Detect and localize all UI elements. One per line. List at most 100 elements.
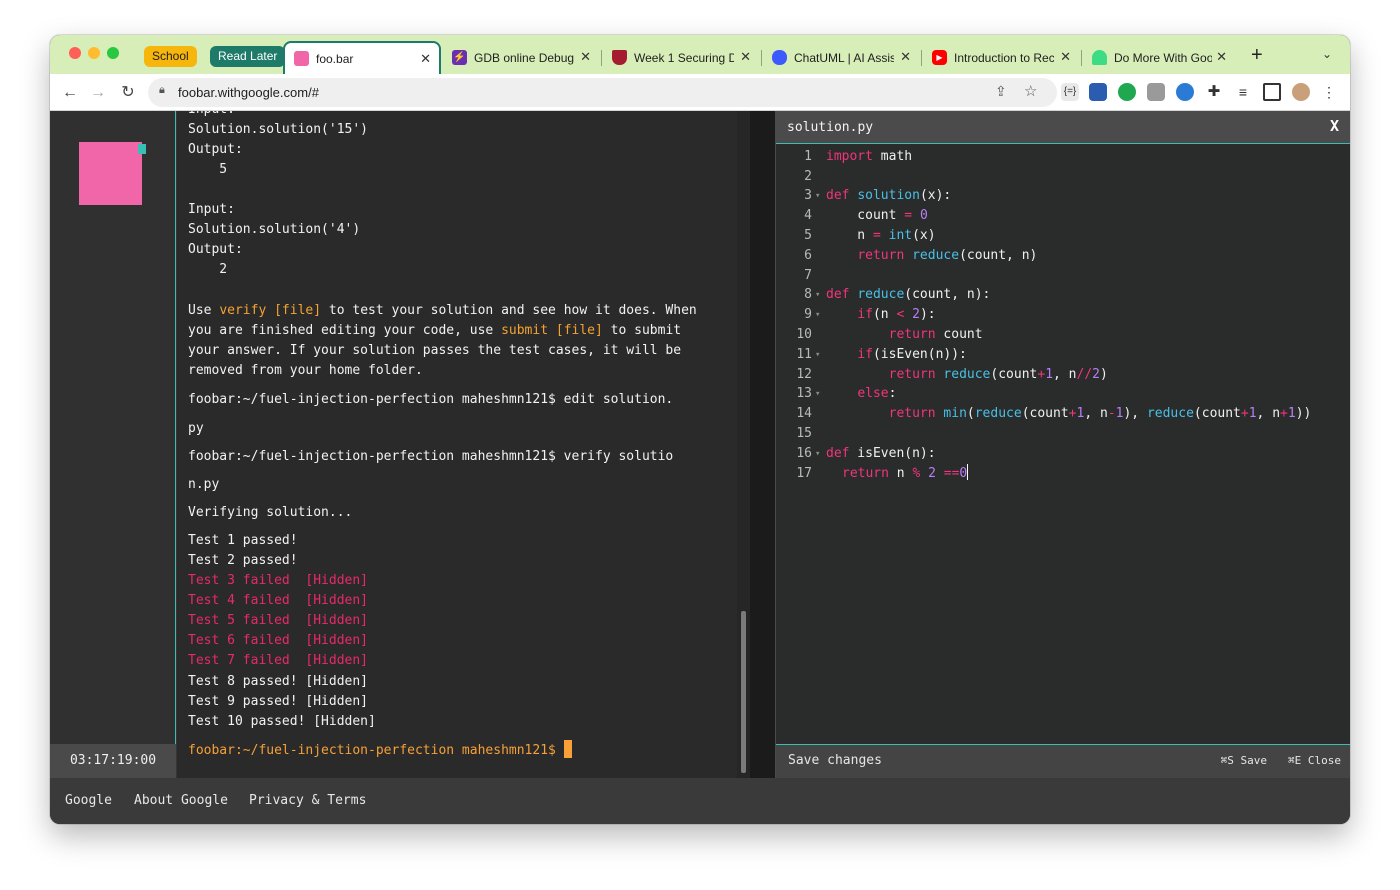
tab-do-more-with-google[interactable]: Do More With Goog ✕ bbox=[1083, 41, 1235, 74]
lock-icon: 🔒︎ bbox=[159, 84, 165, 96]
maximize-window-button[interactable] bbox=[107, 47, 119, 59]
extension-gray-icon[interactable] bbox=[1147, 83, 1165, 101]
terminal-prompt[interactable]: foobar:~/fuel-injection-perfection mahes… bbox=[188, 740, 572, 761]
code-line: 16 ▾ def isEven(n): bbox=[776, 444, 1350, 464]
code-text: return reduce(count+1, n//2) bbox=[888, 367, 1108, 382]
close-tab-icon[interactable]: ✕ bbox=[580, 49, 591, 65]
json-viewer-icon[interactable]: {=} bbox=[1061, 83, 1079, 101]
url-text[interactable]: foobar.withgoogle.com/# bbox=[178, 85, 319, 100]
omnibox[interactable]: 🔒︎ foobar.withgoogle.com/# ⇪ ☆ bbox=[148, 78, 1057, 107]
tab-group-read-later[interactable]: Read Later bbox=[210, 46, 286, 67]
editor-footer: Save changes ⌘S Save ⌘E Close bbox=[776, 744, 1350, 778]
close-tab-icon[interactable]: ✕ bbox=[1216, 49, 1227, 65]
code-text: return min(reduce(count+1, n-1), reduce(… bbox=[888, 406, 1312, 421]
close-tab-icon[interactable]: ✕ bbox=[740, 49, 751, 65]
test-result-line: Test 1 passed! bbox=[188, 533, 298, 548]
close-window-button[interactable] bbox=[69, 47, 81, 59]
new-tab-button[interactable]: + bbox=[1251, 44, 1263, 67]
player-eye bbox=[138, 144, 146, 154]
tab-introduction-to-rec[interactable]: ▶ Introduction to Rec ✕ bbox=[923, 41, 1079, 74]
tab-divider bbox=[921, 50, 922, 66]
code-text: n = int(x) bbox=[826, 228, 936, 243]
fold-arrow-icon[interactable]: ▾ bbox=[815, 285, 820, 305]
media-control-icon[interactable]: ≡ bbox=[1234, 83, 1252, 101]
extension-blue-icon[interactable] bbox=[1089, 83, 1107, 101]
puzzle-extensions-icon[interactable]: ✚ bbox=[1205, 83, 1223, 101]
fold-arrow-icon[interactable]: ▾ bbox=[815, 305, 820, 325]
player-sprite bbox=[79, 142, 142, 205]
code-line: 9 ▾ if(n < 2): bbox=[776, 305, 1350, 325]
bookmark-star-icon[interactable]: ☆ bbox=[1024, 82, 1037, 100]
android-icon bbox=[1092, 50, 1107, 65]
terminal-scrollbar-thumb[interactable] bbox=[741, 611, 746, 773]
browser-window: School Read Later foo.bar ✕ ⚡ GDB online… bbox=[50, 35, 1350, 824]
back-arrow-icon[interactable]: ← bbox=[60, 83, 80, 103]
code-line: 11 ▾ if(isEven(n)): bbox=[776, 345, 1350, 365]
countdown-timer: 03:17:19:00 bbox=[50, 744, 176, 778]
code-text: def reduce(count, n): bbox=[826, 287, 991, 302]
foobar-sidebar: 03:17:19:00 bbox=[50, 111, 176, 778]
tab-divider bbox=[761, 50, 762, 66]
extension-orange-blue-icon[interactable] bbox=[1176, 83, 1194, 101]
test-failed-line: Test 4 failed [Hidden] bbox=[188, 593, 369, 608]
page-content: 03:17:19:00 Input: Solution.solution('15… bbox=[50, 111, 1350, 824]
terminal-line: Input: bbox=[188, 111, 235, 120]
footer-link-about-google[interactable]: About Google bbox=[134, 793, 228, 808]
lightning-icon: ⚡ bbox=[452, 50, 467, 65]
harvard-shield-icon bbox=[612, 50, 627, 65]
line-number: 5 bbox=[804, 228, 812, 243]
extension-green-icon[interactable] bbox=[1118, 83, 1136, 101]
fold-arrow-icon[interactable]: ▾ bbox=[815, 345, 820, 365]
share-icon[interactable]: ⇪ bbox=[995, 83, 1007, 100]
tab-title: GDB online Debugg bbox=[474, 50, 574, 65]
code-line: 3 ▾ def solution(x): bbox=[776, 186, 1350, 206]
line-number: 7 bbox=[804, 268, 812, 283]
close-tab-icon[interactable]: ✕ bbox=[1060, 49, 1071, 65]
youtube-icon: ▶ bbox=[932, 50, 947, 65]
tab-search-chevron-icon[interactable]: ⌄ bbox=[1322, 47, 1332, 61]
footer-link-privacy-terms[interactable]: Privacy & Terms bbox=[249, 793, 366, 808]
fold-arrow-icon[interactable]: ▾ bbox=[815, 444, 820, 464]
save-shortcut-button[interactable]: ⌘S Save bbox=[1221, 754, 1267, 767]
verify-command-highlight: verify [file] bbox=[219, 303, 322, 318]
tab-week-1-securing[interactable]: Week 1 Securing Di ✕ bbox=[603, 41, 759, 74]
pink-square-icon bbox=[294, 51, 309, 66]
test-result-line: Test 2 passed! bbox=[188, 553, 298, 568]
terminal-line: Solution.solution('15') bbox=[188, 122, 369, 137]
line-number: 16 bbox=[796, 446, 812, 461]
code-line: 14 return min(reduce(count+1, n-1), redu… bbox=[776, 404, 1350, 424]
code-line: 13 ▾ else: bbox=[776, 384, 1350, 404]
terminal[interactable]: Input: Solution.solution('15') Output: 5… bbox=[177, 111, 750, 778]
tab-group-school[interactable]: School bbox=[144, 46, 197, 67]
close-tab-icon[interactable]: ✕ bbox=[900, 49, 911, 65]
code-text: return n % 2 ==0 bbox=[842, 464, 969, 481]
forward-arrow-icon[interactable]: → bbox=[88, 83, 108, 103]
tab-chatuml[interactable]: ChatUML | AI Assis ✕ bbox=[763, 41, 919, 74]
terminal-line: Solution.solution('4') bbox=[188, 222, 361, 237]
terminal-text: to submit bbox=[602, 323, 682, 338]
tab-title: Week 1 Securing Di bbox=[634, 50, 734, 65]
menu-kebab-icon[interactable]: ⋮ bbox=[1320, 83, 1338, 101]
profile-avatar[interactable] bbox=[1292, 83, 1310, 101]
fold-arrow-icon[interactable]: ▾ bbox=[815, 186, 820, 206]
code-line: 12 return reduce(count+1, n//2) bbox=[776, 365, 1350, 385]
tab-foobar[interactable]: foo.bar ✕ bbox=[283, 41, 441, 74]
line-number: 4 bbox=[804, 208, 812, 223]
chatuml-icon bbox=[772, 50, 787, 65]
reload-icon[interactable]: ↻ bbox=[118, 83, 138, 103]
side-panel-icon[interactable] bbox=[1263, 83, 1281, 101]
code-editor[interactable]: solution.py X 1 import math 2 3 ▾ def solut… bbox=[775, 111, 1350, 778]
close-editor-button[interactable]: X bbox=[1330, 117, 1339, 135]
code-text: if(n < 2): bbox=[857, 307, 936, 322]
close-tab-icon[interactable]: ✕ bbox=[420, 51, 431, 67]
footer-link-google[interactable]: Google bbox=[65, 793, 112, 808]
line-number: 11 bbox=[796, 347, 812, 362]
editor-filename: solution.py bbox=[787, 120, 874, 135]
tab-title: foo.bar bbox=[316, 51, 354, 66]
close-shortcut-button[interactable]: ⌘E Close bbox=[1288, 754, 1341, 767]
tab-gdb-online-debugger[interactable]: ⚡ GDB online Debugg ✕ bbox=[443, 41, 599, 74]
tab-title: Do More With Goog bbox=[1114, 50, 1212, 65]
fold-arrow-icon[interactable]: ▾ bbox=[815, 384, 820, 404]
line-number: 3 bbox=[804, 188, 812, 203]
minimize-window-button[interactable] bbox=[88, 47, 100, 59]
